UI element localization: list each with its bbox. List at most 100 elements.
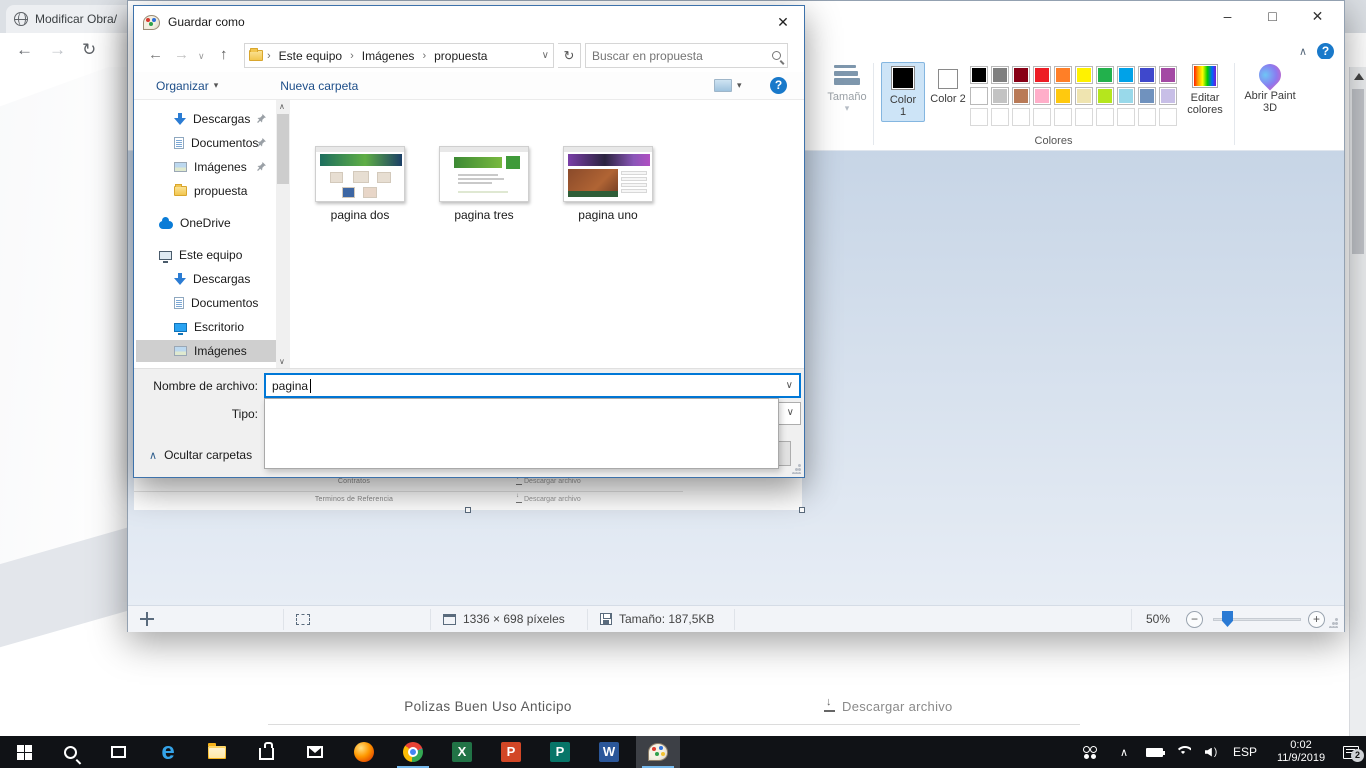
change-view-button[interactable]: ▾ [704,75,752,96]
edit-colors-button[interactable]: Editar colores [1180,64,1230,116]
breadcrumb-this-pc[interactable]: Este equipo [275,47,346,65]
palette-swatch[interactable] [1117,108,1135,126]
sidebar-item-downloads-pc[interactable]: Descargas [136,268,276,290]
browser-forward-button[interactable]: → [49,40,66,60]
refresh-button[interactable]: ↻ [558,43,581,68]
palette-swatch[interactable] [1012,87,1030,105]
breadcrumb-pictures[interactable]: Imágenes [358,47,419,65]
palette-swatch[interactable] [991,108,1009,126]
color2-button[interactable]: Color 2 [929,65,967,109]
breadcrumb-propuesta[interactable]: propuesta [430,47,491,65]
taskbar-mail[interactable] [293,736,337,768]
browser-scrollbar[interactable] [1349,67,1366,736]
taskbar-edge[interactable]: e [146,736,190,768]
sidebar-item-onedrive[interactable]: OneDrive [136,212,276,234]
sidebar-item-pictures[interactable]: Imágenes [136,156,276,178]
dialog-help-icon[interactable]: ? [770,77,787,94]
taskbar-paint[interactable] [636,736,680,768]
filename-input[interactable]: pagina ∨ [264,373,801,398]
search-icon[interactable] [772,51,781,60]
palette-swatch[interactable] [1012,108,1030,126]
paint-help-icon[interactable]: ? [1317,43,1334,60]
download-link[interactable]: Descargar archivo [824,725,953,736]
new-folder-button[interactable]: Nueva carpeta [270,75,368,97]
volume-icon[interactable]: ) [1198,736,1224,768]
dialog-title-bar[interactable]: Guardar como [134,6,804,38]
palette-swatch[interactable] [1096,108,1114,126]
file-item-pagina-dos[interactable]: pagina dos [302,146,418,222]
palette-swatch[interactable] [1075,66,1093,84]
palette-swatch[interactable] [1096,66,1114,84]
zoom-slider-thumb[interactable] [1222,611,1233,627]
taskbar-word[interactable]: W [587,736,631,768]
battery-icon[interactable] [1140,736,1168,768]
palette-swatch[interactable] [1075,87,1093,105]
taskbar-search-button[interactable] [48,736,92,768]
open-paint3d-button[interactable]: Abrir Paint 3D [1242,64,1298,114]
download-link[interactable]: Descargar archivo [824,687,953,725]
palette-swatch[interactable] [970,108,988,126]
maximize-button[interactable]: □ [1250,1,1295,31]
scrollbar-up-arrow[interactable] [1354,73,1364,80]
palette-swatch[interactable] [1138,108,1156,126]
browser-tab[interactable]: Modificar Obra/ [6,5,138,33]
taskbar-excel[interactable]: X [440,736,484,768]
dialog-close-button[interactable]: ✕ [768,10,798,34]
zoom-out-button[interactable]: − [1186,611,1203,628]
palette-swatch[interactable] [970,66,988,84]
close-button[interactable]: ✕ [1295,1,1340,31]
minimize-button[interactable]: – [1205,1,1250,31]
palette-swatch[interactable] [991,66,1009,84]
breadcrumb-dropdown-icon[interactable]: ∨ [542,50,549,61]
palette-swatch[interactable] [1054,108,1072,126]
palette-swatch[interactable] [1075,108,1093,126]
taskbar-file-explorer[interactable] [195,736,239,768]
palette-swatch[interactable] [991,87,1009,105]
scroll-down-icon[interactable]: ∨ [279,357,285,366]
palette-swatch[interactable] [1033,66,1051,84]
hide-folders-button[interactable]: ∧ Ocultar carpetas [149,448,252,462]
sidebar-item-this-pc[interactable]: Este equipo [136,244,276,266]
palette-swatch[interactable] [1159,108,1177,126]
sidebar-item-pictures-pc[interactable]: Imágenes [136,340,290,362]
sidebar-item-documents[interactable]: Documentos [136,132,276,154]
scrollbar-thumb[interactable] [277,114,289,184]
sidebar-item-desktop[interactable]: Escritorio [136,316,276,338]
search-box[interactable]: Buscar en propuesta [585,43,788,68]
file-item-pagina-uno[interactable]: pagina uno [550,146,666,222]
breadcrumb[interactable]: › Este equipo › Imágenes › propuesta ∨ [244,43,554,68]
palette-swatch[interactable] [1054,66,1072,84]
palette-swatch[interactable] [1159,66,1177,84]
recent-locations-icon[interactable]: ∨ [198,51,205,62]
palette-swatch[interactable] [1033,87,1051,105]
dialog-forward-button[interactable]: → [174,46,189,63]
zoom-in-button[interactable]: + [1308,611,1325,628]
dialog-resize-grip[interactable] [791,464,801,474]
browser-back-button[interactable]: ← [16,40,33,60]
palette-swatch[interactable] [1054,87,1072,105]
taskbar-firefox[interactable] [342,736,386,768]
palette-swatch[interactable] [1138,87,1156,105]
sidebar-item-documents-pc[interactable]: Documentos [136,292,276,314]
palette-swatch[interactable] [1012,66,1030,84]
type-dropdown-icon[interactable]: ∨ [787,407,794,418]
taskbar-powerpoint[interactable]: P [489,736,533,768]
scroll-up-icon[interactable]: ∧ [279,102,285,111]
organize-button[interactable]: Organizar ▾ [146,75,228,97]
canvas-resize-handle-bottom[interactable] [465,507,471,513]
collapse-ribbon-icon[interactable]: ∧ [1299,45,1307,58]
window-resize-grip[interactable] [1328,618,1338,628]
palette-swatch[interactable] [1033,108,1051,126]
notification-center-button[interactable]: 2 [1338,736,1364,768]
dialog-back-button[interactable]: ← [148,46,163,63]
canvas-resize-handle-corner[interactable] [799,507,805,513]
taskbar-chrome[interactable] [391,736,435,768]
taskbar-store[interactable] [244,736,288,768]
task-view-button[interactable] [96,736,140,768]
hidden-icons-chevron[interactable]: ∧ [1112,736,1136,768]
file-item-pagina-tres[interactable]: pagina tres [426,146,542,222]
taskbar-clock[interactable]: 0:02 11/9/2019 [1266,736,1336,768]
people-tray-icon[interactable] [1076,736,1104,768]
filename-suggestions-popup[interactable] [264,398,779,469]
size-button[interactable]: Tamaño ▾ [825,63,869,114]
